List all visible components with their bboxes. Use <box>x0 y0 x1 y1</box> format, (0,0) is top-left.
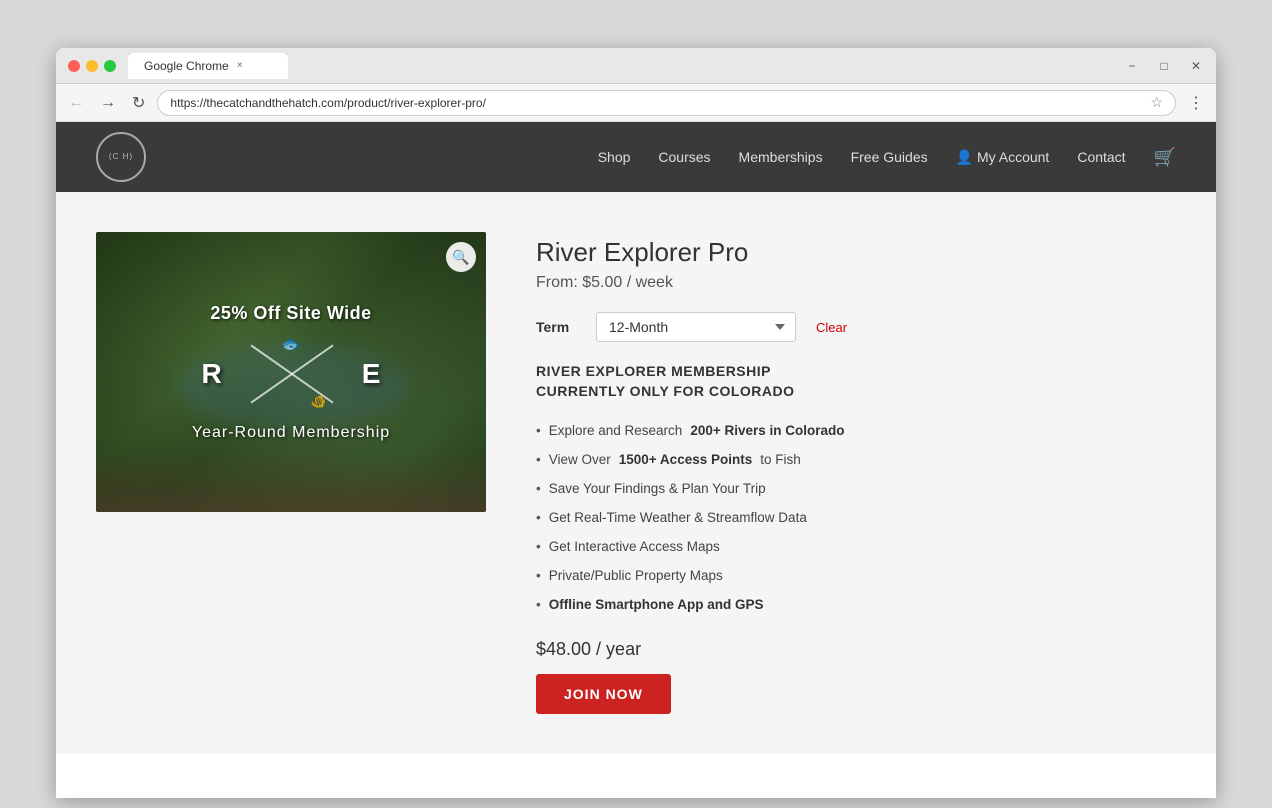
feature-bold: 1500+ Access Points <box>619 451 752 470</box>
cross-icon: 🐟 🐠 <box>252 344 332 404</box>
membership-heading: RIVER EXPLORER MEMBERSHIPCURRENTLY ONLY … <box>536 362 1176 401</box>
reload-button[interactable]: ↻ <box>128 89 149 117</box>
feature-bold: Offline Smartphone App and GPS <box>549 596 764 615</box>
letter-r: R <box>202 358 222 390</box>
person-icon: 👤 <box>956 149 977 165</box>
site-content: 25% Off Site Wide R 🐟 🐠 E Year-Round Mem… <box>56 192 1216 754</box>
membership-image-text: Year-Round Membership <box>192 424 390 442</box>
feature-list: Explore and Research 200+ Rivers in Colo… <box>536 417 1176 619</box>
nav-contact[interactable]: Contact <box>1077 149 1125 165</box>
address-bar[interactable]: https://thecatchandthehatch.com/product/… <box>157 90 1176 116</box>
list-item: View Over 1500+ Access Points to Fish <box>536 446 1176 475</box>
close-window-button[interactable] <box>68 60 80 72</box>
list-item: Private/Public Property Maps <box>536 562 1176 591</box>
bookmark-icon[interactable]: ☆ <box>1150 94 1163 111</box>
close-button[interactable]: ✕ <box>1188 58 1204 74</box>
image-zoom-button[interactable]: 🔍 <box>446 242 476 272</box>
product-details: River Explorer Pro From: $5.00 / week Te… <box>536 232 1176 714</box>
browser-toolbar: ← → ↻ https://thecatchandthehatch.com/pr… <box>56 84 1216 122</box>
cart-icon[interactable]: 🛒 <box>1154 147 1176 168</box>
nav-free-guides[interactable]: Free Guides <box>851 149 928 165</box>
tab-title: Google Chrome <box>144 59 229 73</box>
tab-close-button[interactable]: × <box>237 60 243 71</box>
list-item: Get Real-Time Weather & Streamflow Data <box>536 504 1176 533</box>
list-item: Save Your Findings & Plan Your Trip <box>536 475 1176 504</box>
product-image: 25% Off Site Wide R 🐟 🐠 E Year-Round Mem… <box>96 232 486 512</box>
term-label: Term <box>536 319 576 335</box>
fish-icon-top: 🐟 <box>282 334 302 354</box>
product-title: River Explorer Pro <box>536 237 1176 268</box>
back-button[interactable]: ← <box>64 90 88 116</box>
maximize-window-button[interactable] <box>104 60 116 72</box>
feature-bold: 200+ Rivers in Colorado <box>690 422 844 441</box>
re-logo: R 🐟 🐠 E <box>202 344 381 404</box>
browser-window: Google Chrome × − □ ✕ ← → ↻ https://thec… <box>56 48 1216 798</box>
minimize-button[interactable]: − <box>1124 58 1140 74</box>
nav-shop[interactable]: Shop <box>598 149 631 165</box>
product-price: From: $5.00 / week <box>536 274 1176 292</box>
promo-text: 25% Off Site Wide <box>210 303 371 324</box>
site-logo: ⟨C H⟩ <box>96 132 146 182</box>
nav-courses[interactable]: Courses <box>658 149 710 165</box>
site-nav: Shop Courses Memberships Free Guides 👤 M… <box>598 147 1176 168</box>
logo-text: ⟨C H⟩ <box>108 152 133 162</box>
window-controls <box>68 60 116 72</box>
term-row: Term 12-Month Monthly 6-Month Clear <box>536 312 1176 342</box>
product-image-wrapper: 25% Off Site Wide R 🐟 🐠 E Year-Round Mem… <box>96 232 486 512</box>
term-select[interactable]: 12-Month Monthly 6-Month <box>596 312 796 342</box>
titlebar-right-controls: − □ ✕ <box>1124 58 1204 74</box>
join-now-button[interactable]: JOIN NOW <box>536 674 671 714</box>
final-price: $48.00 / year <box>536 639 1176 660</box>
browser-menu-button[interactable]: ⋮ <box>1184 89 1208 117</box>
clear-link[interactable]: Clear <box>816 320 847 335</box>
letter-e: E <box>362 358 381 390</box>
url-text: https://thecatchandthehatch.com/product/… <box>170 96 1142 110</box>
list-item: Offline Smartphone App and GPS <box>536 591 1176 620</box>
site-header: ⟨C H⟩ Shop Courses Memberships Free Guid… <box>56 122 1216 192</box>
nav-memberships[interactable]: Memberships <box>739 149 823 165</box>
product-image-overlay: 25% Off Site Wide R 🐟 🐠 E Year-Round Mem… <box>96 232 486 512</box>
browser-tab[interactable]: Google Chrome × <box>128 53 288 79</box>
list-item: Get Interactive Access Maps <box>536 533 1176 562</box>
nav-my-account[interactable]: 👤 My Account <box>956 149 1050 166</box>
list-item: Explore and Research 200+ Rivers in Colo… <box>536 417 1176 446</box>
browser-titlebar: Google Chrome × − □ ✕ <box>56 48 1216 84</box>
website-content: ⟨C H⟩ Shop Courses Memberships Free Guid… <box>56 122 1216 798</box>
minimize-window-button[interactable] <box>86 60 98 72</box>
restore-button[interactable]: □ <box>1156 58 1172 74</box>
forward-button[interactable]: → <box>96 90 120 116</box>
fish-icon-bottom: 🐠 <box>311 394 327 410</box>
